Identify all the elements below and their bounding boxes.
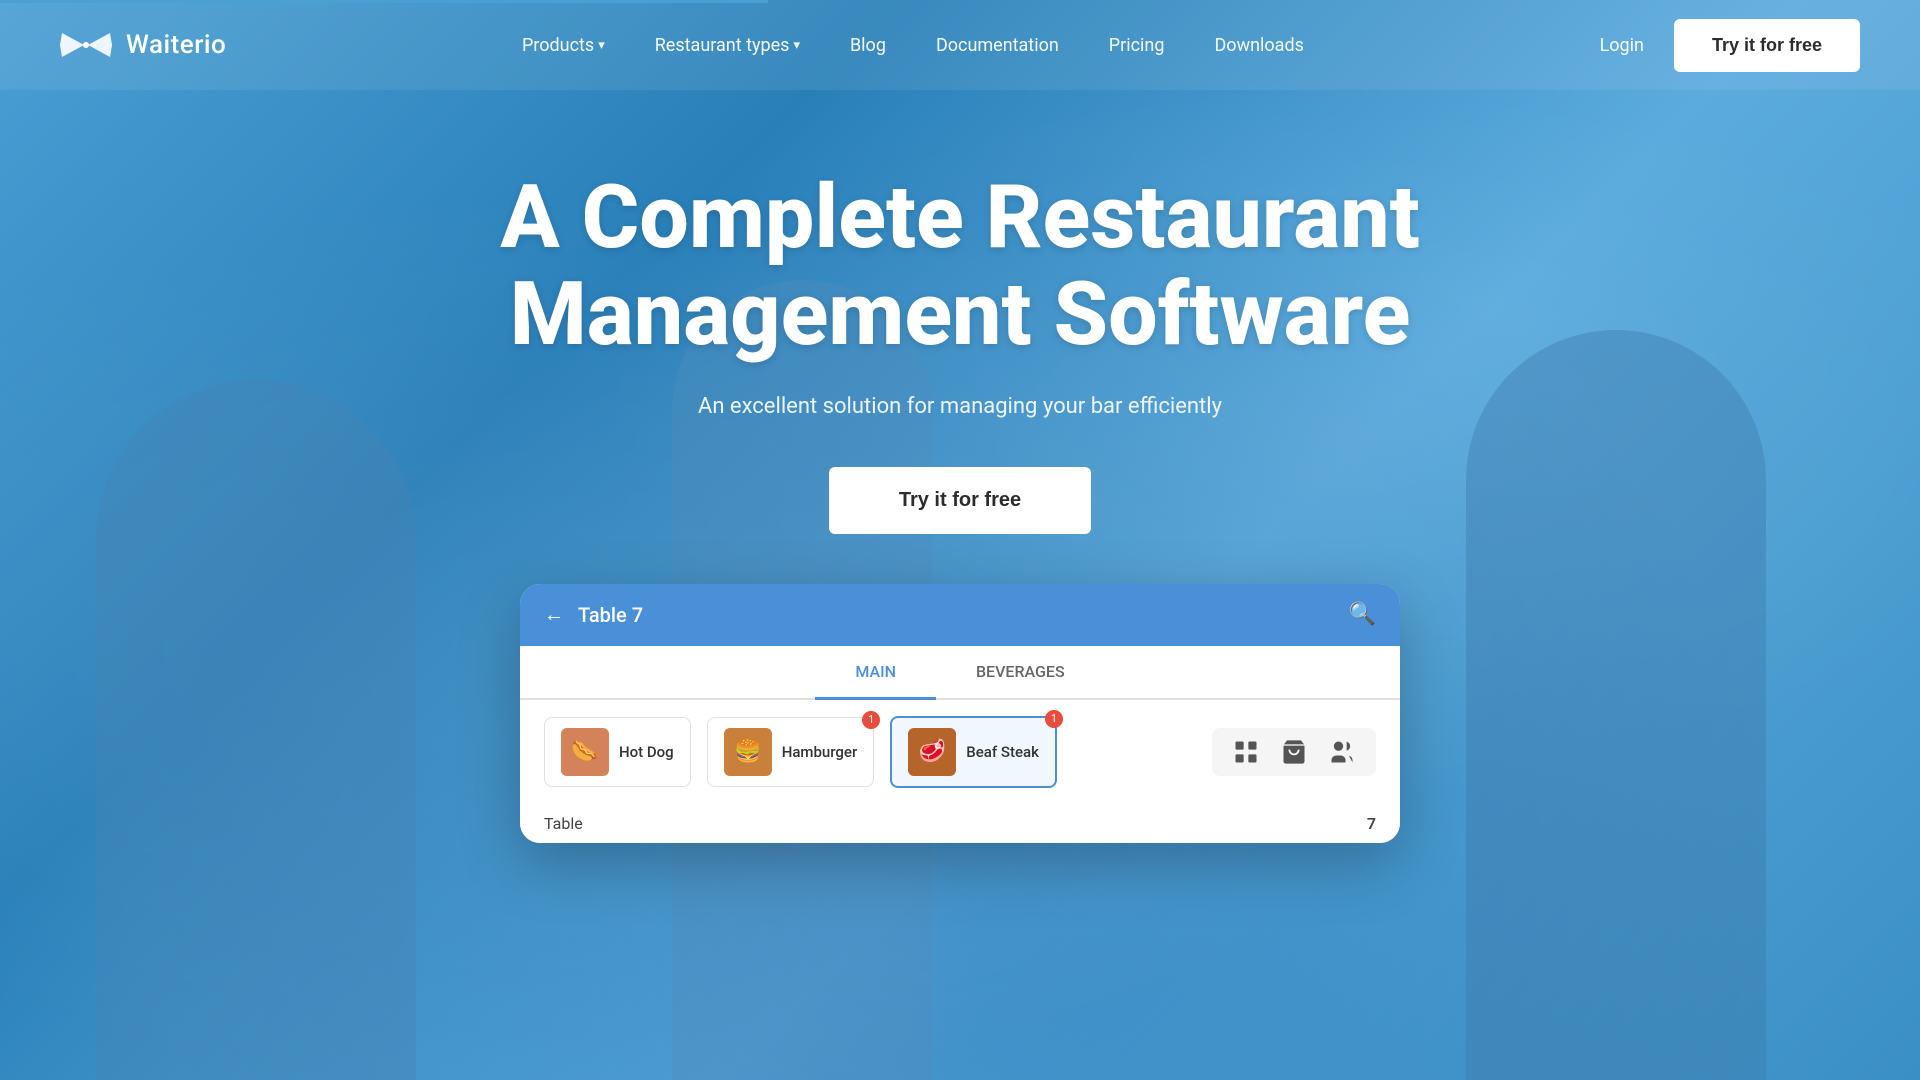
brand-logo[interactable]: Waiterio — [60, 29, 226, 61]
table-title: Table 7 — [578, 603, 643, 627]
menu-item-hamburger[interactable]: 🍔 Hamburger — [707, 717, 875, 787]
nav-blog[interactable]: Blog — [850, 35, 886, 56]
nav-restaurant-types[interactable]: Restaurant types ▾ — [655, 35, 800, 56]
grid-icon — [1232, 738, 1260, 766]
brand-name: Waiterio — [126, 30, 226, 60]
order-count: 7 — [1367, 814, 1376, 833]
search-icon[interactable]: 🔍 — [1349, 602, 1376, 627]
hero-title: A Complete Restaurant Management Softwar… — [0, 170, 1920, 364]
menu-item-hot-dog-wrapper: 🌭 Hot Dog — [544, 717, 691, 787]
loading-bar — [0, 0, 768, 3]
app-tabs: MAIN BEVERAGES — [520, 646, 1400, 700]
order-panel-icons — [1212, 728, 1376, 776]
menu-item-hamburger-wrapper: 🍔 Hamburger 1 — [707, 717, 875, 787]
nav-actions: Login Try it for free — [1600, 19, 1860, 72]
beef-steak-badge: 1 — [1045, 710, 1063, 728]
menu-items-row: 🌭 Hot Dog 🍔 Hamburger 1 🥩 Beaf Steak 1 — [520, 700, 1400, 804]
beef-steak-image: 🥩 — [908, 728, 956, 776]
tab-beverages[interactable]: BEVERAGES — [936, 646, 1105, 700]
hero-subtitle: An excellent solution for managing your … — [0, 394, 1920, 419]
menu-item-hot-dog[interactable]: 🌭 Hot Dog — [544, 717, 691, 787]
tab-main[interactable]: MAIN — [815, 646, 936, 700]
app-preview: ← Table 7 🔍 MAIN BEVERAGES 🌭 Hot Dog 🍔 H… — [520, 584, 1400, 843]
hero-content: A Complete Restaurant Management Softwar… — [0, 90, 1920, 534]
back-arrow-icon[interactable]: ← — [544, 602, 564, 627]
order-label: Table — [544, 814, 583, 833]
try-free-hero-button[interactable]: Try it for free — [829, 467, 1091, 534]
people-icon — [1328, 738, 1356, 766]
chevron-down-icon: ▾ — [598, 38, 605, 53]
people-icon-btn[interactable] — [1328, 738, 1356, 766]
nav-links: Products ▾ Restaurant types ▾ Blog Docum… — [522, 35, 1304, 56]
grid-icon-btn[interactable] — [1232, 738, 1260, 766]
menu-item-beef-steak-wrapper: 🥩 Beaf Steak 1 — [890, 716, 1057, 788]
try-free-header-button[interactable]: Try it for free — [1674, 19, 1860, 72]
navbar: Waiterio Products ▾ Restaurant types ▾ B… — [0, 0, 1920, 90]
logo-icon — [60, 29, 112, 61]
hamburger-image: 🍔 — [724, 728, 772, 776]
login-link[interactable]: Login — [1600, 35, 1644, 56]
order-summary-row: Table 7 — [520, 804, 1400, 843]
nav-pricing[interactable]: Pricing — [1109, 35, 1165, 56]
app-bar-left: ← Table 7 — [544, 602, 643, 627]
hot-dog-image: 🌭 — [561, 728, 609, 776]
nav-downloads[interactable]: Downloads — [1214, 35, 1303, 56]
nav-products[interactable]: Products ▾ — [522, 35, 605, 56]
app-bar: ← Table 7 🔍 — [520, 584, 1400, 646]
bag-icon-btn[interactable] — [1280, 738, 1308, 766]
bag-icon — [1280, 738, 1308, 766]
menu-item-beef-steak[interactable]: 🥩 Beaf Steak — [890, 716, 1057, 788]
hamburger-badge: 1 — [862, 711, 880, 729]
chevron-down-icon: ▾ — [793, 38, 800, 53]
nav-documentation[interactable]: Documentation — [936, 35, 1059, 56]
